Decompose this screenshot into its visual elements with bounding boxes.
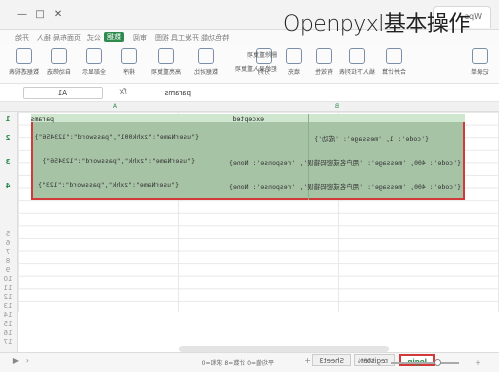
zoom-in-icon[interactable]: ＋ bbox=[475, 358, 481, 367]
row-header-8[interactable]: 8 bbox=[0, 257, 17, 265]
row-header-12[interactable]: 12 bbox=[0, 293, 17, 301]
highlight-duplicates-icon bbox=[158, 48, 174, 64]
cell-b4[interactable]: {'code': 400, 'message': '用户名或密码错误', 're… bbox=[229, 181, 461, 191]
fx-icon[interactable]: fx bbox=[119, 87, 127, 96]
add-sheet-icon[interactable]: + bbox=[304, 356, 311, 365]
row-header-1[interactable]: 1 bbox=[0, 115, 17, 123]
form-icon bbox=[472, 48, 488, 64]
status-summary: 平均值=0 计数=8 求和=0 bbox=[201, 360, 274, 367]
highlight-duplicates-button[interactable]: 高亮重复项 bbox=[151, 46, 181, 76]
menu-item-developer[interactable]: 开发工具 bbox=[171, 33, 199, 43]
zoom-level[interactable]: 100% bbox=[358, 358, 375, 365]
form-button[interactable]: 记录单 bbox=[465, 46, 495, 76]
filter-icon bbox=[51, 48, 67, 64]
spreadsheet-window: Wps — □ ✕ 开始 插入 页面布局 公式 数据 审阅 视图 开发工具 特色… bbox=[0, 0, 499, 372]
form-label: 记录单 bbox=[471, 69, 490, 76]
auto-filter-label: 自动筛选 bbox=[47, 69, 72, 76]
zoom-out-icon[interactable]: － bbox=[381, 358, 387, 367]
close-button[interactable]: ✕ bbox=[51, 8, 65, 22]
fill-label: 填充 bbox=[288, 69, 301, 76]
highlight-duplicates-label: 高亮重复项 bbox=[150, 69, 181, 76]
sort-label: 排序 bbox=[123, 69, 136, 76]
row-header-2[interactable]: 2 bbox=[0, 134, 17, 142]
validation-icon bbox=[316, 48, 332, 64]
reject-duplicates-button[interactable]: 拒绝录入重复项 bbox=[235, 64, 277, 73]
row-header-6[interactable]: 6 bbox=[0, 239, 17, 247]
row-header-15[interactable]: 15 bbox=[0, 320, 17, 328]
row-header-17[interactable]: 17 bbox=[0, 338, 17, 346]
sheet-tab-login[interactable]: login bbox=[399, 354, 435, 366]
name-box[interactable]: A1 bbox=[23, 87, 103, 99]
menu-item-insert[interactable]: 插入 bbox=[37, 33, 51, 43]
menu-item-data[interactable]: 数据 bbox=[104, 32, 124, 42]
compare-label: 数据对比 bbox=[194, 69, 219, 76]
row-header-10[interactable]: 10 bbox=[0, 275, 17, 283]
formula-input[interactable]: params bbox=[131, 87, 491, 99]
sort-button[interactable]: 排序 bbox=[114, 46, 144, 76]
menu-item-special[interactable]: 特色功能 bbox=[201, 33, 229, 43]
row-header-9[interactable]: 9 bbox=[0, 266, 17, 274]
ribbon-toolbar: 数据透视表 自动筛选 全部显示 排序 高亮重复项 数据对比 分列 填充 有效性 … bbox=[0, 44, 499, 84]
overlay-title: Openpyxl基本操作 bbox=[283, 12, 470, 37]
pivot-table-button[interactable]: 数据透视表 bbox=[9, 46, 39, 76]
consolidate-label: 合并计算 bbox=[382, 69, 407, 76]
row-header-16[interactable]: 16 bbox=[0, 329, 17, 337]
fill-button[interactable]: 填充 bbox=[279, 46, 309, 76]
compare-icon bbox=[198, 48, 214, 64]
cell-b2[interactable]: {'code': 1, 'message': '成功'} bbox=[314, 133, 429, 143]
cell-a2[interactable]: {"userName":"zxhk001","password":"123456… bbox=[35, 133, 199, 141]
show-all-button[interactable]: 全部显示 bbox=[79, 46, 109, 76]
row-header-3[interactable]: 3 bbox=[0, 158, 17, 166]
zoom-slider[interactable] bbox=[391, 362, 459, 364]
row-header-5[interactable]: 5 bbox=[0, 230, 17, 238]
row-headers: 1 2 3 4 5 6 7 8 9 10 11 12 13 14 15 16 1… bbox=[0, 112, 18, 372]
cell-b1[interactable]: excepted bbox=[233, 115, 264, 123]
fill-icon bbox=[286, 48, 302, 64]
cell-a3[interactable]: {"userName":"zxhk","password":"123456"} bbox=[42, 157, 195, 165]
menu-item-page-layout[interactable]: 页面布局 bbox=[53, 33, 81, 43]
auto-filter-button[interactable]: 自动筛选 bbox=[44, 46, 74, 76]
formula-value: params bbox=[164, 89, 191, 97]
show-all-label: 全部显示 bbox=[82, 69, 107, 76]
column-headers: A B bbox=[0, 102, 499, 112]
row-header-4[interactable]: 4 bbox=[0, 182, 17, 190]
cell-a1[interactable]: params bbox=[31, 115, 54, 123]
cell-b3[interactable]: {'code': 400, 'message': '用户名或密码错误', 're… bbox=[229, 157, 461, 167]
cell-a4[interactable]: {"userName":"zxhk","password":"123"} bbox=[38, 181, 179, 189]
prev-sheet-icon[interactable]: ‹ bbox=[26, 356, 29, 365]
zoom-slider-handle[interactable] bbox=[434, 359, 441, 366]
horizontal-scrollbar[interactable] bbox=[179, 346, 389, 352]
first-sheet-icon[interactable]: ◀ bbox=[13, 356, 19, 365]
sort-icon bbox=[121, 48, 137, 64]
menu-item-view[interactable]: 视图 bbox=[155, 33, 169, 43]
validation-label: 有效性 bbox=[315, 69, 334, 76]
pivot-table-icon bbox=[16, 48, 32, 64]
row-header-7[interactable]: 7 bbox=[0, 248, 17, 256]
dropdown-list-icon bbox=[349, 48, 365, 64]
minimize-button[interactable]: — bbox=[15, 8, 29, 22]
menu-item-home[interactable]: 开始 bbox=[15, 33, 29, 43]
maximize-button[interactable]: □ bbox=[33, 8, 47, 22]
consolidate-icon bbox=[386, 48, 402, 64]
row-header-14[interactable]: 14 bbox=[0, 311, 17, 319]
dropdown-list-button[interactable]: 插入下拉列表 bbox=[339, 46, 375, 76]
validation-button[interactable]: 有效性 bbox=[309, 46, 339, 76]
cell-reference: A1 bbox=[57, 89, 67, 97]
column-header-a[interactable]: A bbox=[113, 103, 117, 110]
menu-item-formulas[interactable]: 公式 bbox=[87, 33, 101, 43]
row-header-11[interactable]: 11 bbox=[0, 284, 17, 292]
menu-item-review[interactable]: 审阅 bbox=[133, 33, 147, 43]
remove-duplicates-button[interactable]: 删除重复项 bbox=[247, 50, 277, 59]
compare-button[interactable]: 数据对比 bbox=[191, 46, 221, 76]
show-all-icon bbox=[86, 48, 102, 64]
pivot-table-label: 数据透视表 bbox=[8, 69, 39, 76]
column-header-b[interactable]: B bbox=[335, 103, 339, 110]
row-header-13[interactable]: 13 bbox=[0, 302, 17, 310]
formula-bar: A1 fx params bbox=[0, 84, 499, 102]
sheet-tab-sheet3[interactable]: Sheet3 bbox=[312, 354, 351, 366]
consolidate-button[interactable]: 合并计算 bbox=[379, 46, 409, 76]
dropdown-list-label: 插入下拉列表 bbox=[338, 69, 375, 76]
